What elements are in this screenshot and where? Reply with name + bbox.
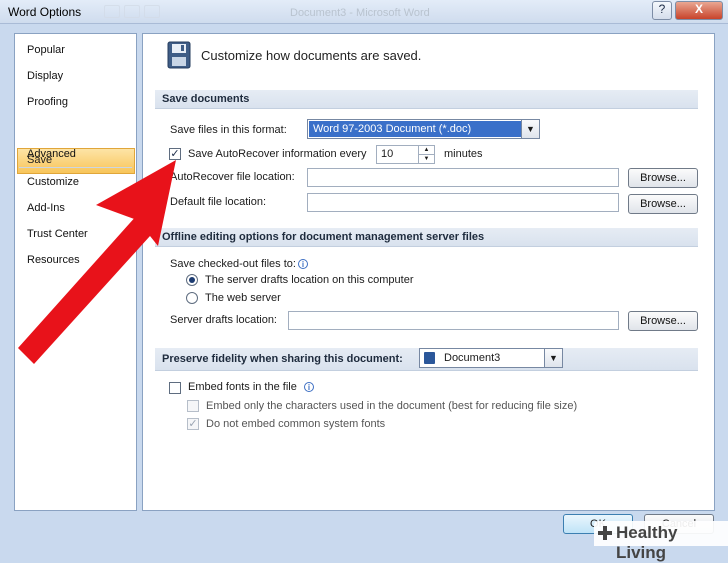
- plus-logo-icon: [598, 526, 612, 540]
- red-arrow-annotation: [18, 160, 176, 364]
- arrow-shape: [18, 160, 176, 364]
- watermark-text: Healthy Living: [616, 523, 678, 562]
- healthy-living-watermark: Healthy Living: [594, 521, 728, 562]
